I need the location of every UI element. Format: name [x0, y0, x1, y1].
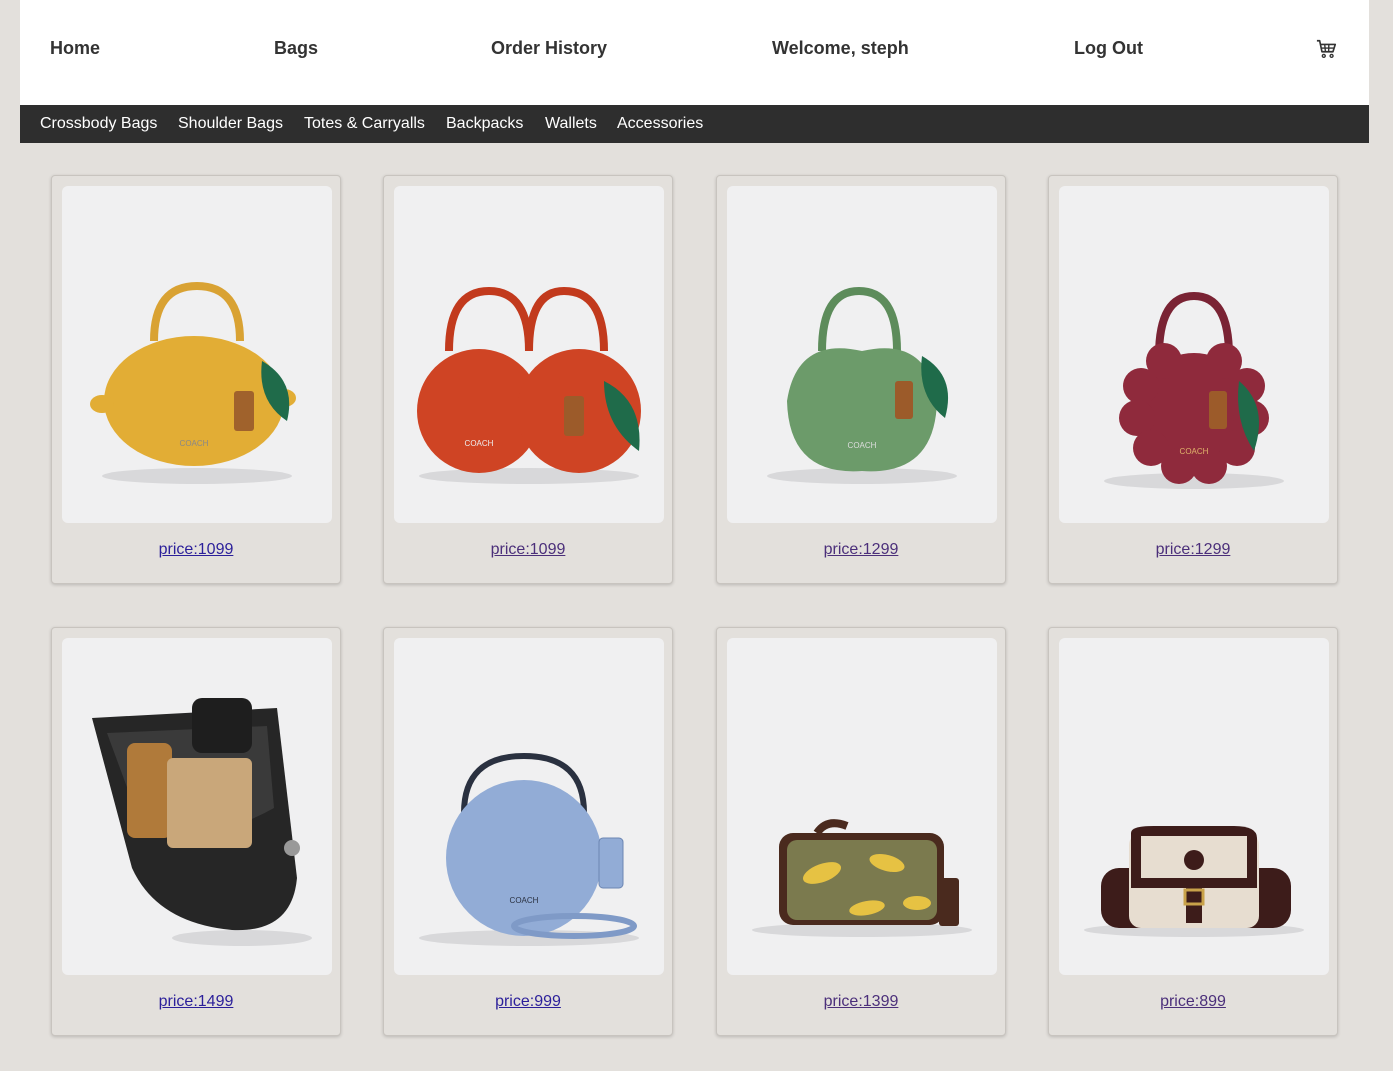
product-image[interactable]: COACH — [394, 638, 664, 975]
product-image[interactable]: COACH — [727, 186, 997, 523]
product-price-link[interactable]: price:1299 — [1049, 541, 1337, 559]
svg-text:COACH: COACH — [180, 439, 209, 448]
category-bar: Crossbody Bags Shoulder Bags Totes & Car… — [20, 105, 1369, 143]
product-card[interactable]: COACH price:1099 — [383, 175, 673, 584]
welcome-message: Welcome, steph — [772, 38, 909, 58]
shopping-cart-icon[interactable] — [1316, 38, 1338, 60]
nav-logout-link[interactable]: Log Out — [1074, 38, 1143, 59]
product-card[interactable]: COACH price:1299 — [1048, 175, 1338, 584]
product-image[interactable]: COACH — [62, 186, 332, 523]
product-card[interactable]: COACH price:1099 — [51, 175, 341, 584]
product-price-link[interactable]: price:1099 — [52, 541, 340, 559]
product-card[interactable]: price:899 — [1048, 627, 1338, 1036]
nav-bags-link[interactable]: Bags — [274, 38, 318, 59]
product-price-link[interactable]: price:1399 — [717, 993, 1005, 1011]
category-accessories[interactable]: Accessories — [617, 115, 703, 133]
category-crossbody-bags[interactable]: Crossbody Bags — [40, 115, 157, 133]
category-backpacks[interactable]: Backpacks — [446, 115, 523, 133]
product-image[interactable] — [62, 638, 332, 975]
product-image[interactable] — [1059, 638, 1329, 975]
svg-text:COACH: COACH — [848, 441, 877, 450]
product-card[interactable]: price:1499 — [51, 627, 341, 1036]
nav-order-history-link[interactable]: Order History — [491, 38, 607, 59]
product-price-link[interactable]: price:1299 — [717, 541, 1005, 559]
product-price-link[interactable]: price:1099 — [384, 541, 672, 559]
product-price-link[interactable]: price:899 — [1049, 993, 1337, 1011]
product-card[interactable]: price:1399 — [716, 627, 1006, 1036]
svg-text:COACH: COACH — [1180, 447, 1209, 456]
svg-text:COACH: COACH — [465, 439, 494, 448]
product-card[interactable]: COACH price:1299 — [716, 175, 1006, 584]
product-image[interactable] — [727, 638, 997, 975]
svg-text:COACH: COACH — [510, 896, 539, 905]
product-price-link[interactable]: price:1499 — [52, 993, 340, 1011]
category-wallets[interactable]: Wallets — [545, 115, 597, 133]
product-image[interactable]: COACH — [1059, 186, 1329, 523]
product-card[interactable]: COACH price:999 — [383, 627, 673, 1036]
nav-home-link[interactable]: Home — [50, 38, 100, 59]
product-price-link[interactable]: price:999 — [384, 993, 672, 1011]
top-navigation: Home Bags Order History Welcome, steph L… — [20, 0, 1369, 105]
category-totes-carryalls[interactable]: Totes & Carryalls — [304, 115, 425, 133]
product-image[interactable]: COACH — [394, 186, 664, 523]
category-shoulder-bags[interactable]: Shoulder Bags — [178, 115, 283, 133]
